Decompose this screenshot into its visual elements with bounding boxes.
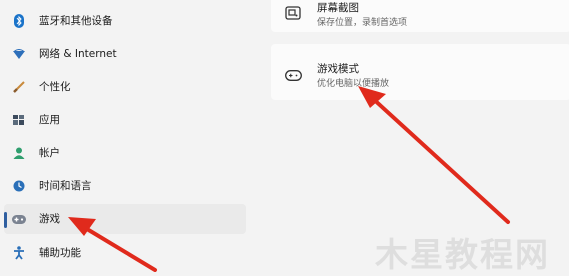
arrow-to-gaming <box>80 224 157 272</box>
arrow-to-game-mode <box>368 94 510 224</box>
watermark-text: 木星教程网 <box>375 235 550 274</box>
